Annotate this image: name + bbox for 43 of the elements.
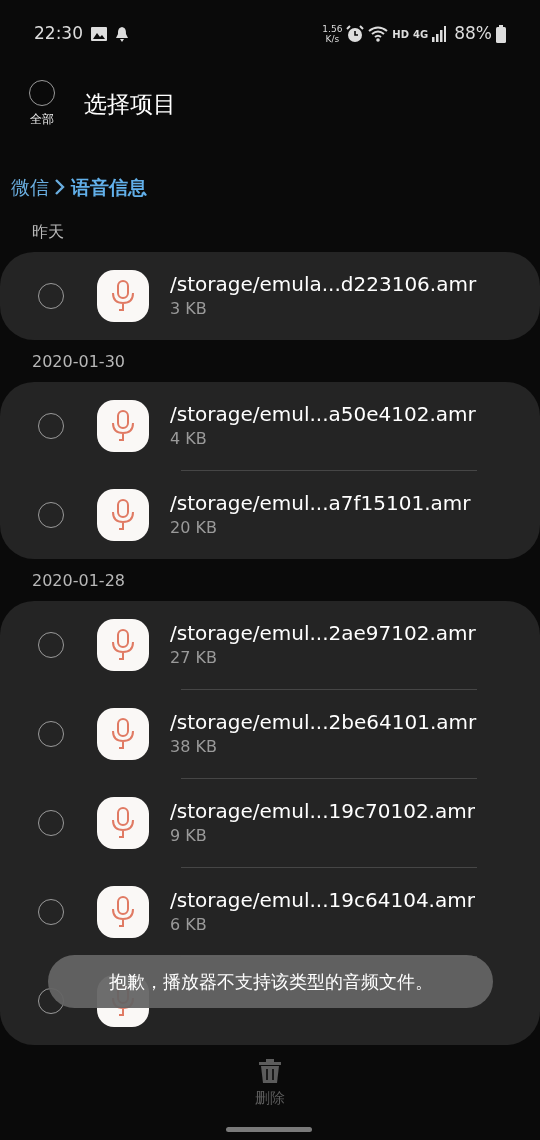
file-name: /storage/emul...a7f15101.amr bbox=[170, 490, 471, 516]
file-size: 20 KB bbox=[170, 517, 218, 539]
breadcrumb-item[interactable]: 语音信息 bbox=[71, 172, 147, 202]
file-type-icon bbox=[97, 270, 149, 322]
file-size: 4 KB bbox=[170, 428, 208, 450]
breadcrumb-item[interactable]: 微信 bbox=[11, 172, 49, 202]
date-header: 2020-01-30 bbox=[31, 351, 126, 373]
signal-icon bbox=[432, 26, 447, 42]
file-name: /storage/emul...2be64101.amr bbox=[170, 709, 477, 735]
status-time: 22:30 bbox=[34, 22, 83, 46]
select-all-label: 全部 bbox=[30, 111, 54, 128]
hd-label: HD bbox=[392, 27, 410, 42]
error-toast: 抱歉，播放器不支持该类型的音频文件。 bbox=[48, 955, 493, 1008]
net-speed-unit: K/s bbox=[324, 34, 341, 44]
file-size: 6 KB bbox=[170, 914, 208, 936]
image-icon bbox=[91, 27, 107, 41]
bell-icon bbox=[115, 26, 129, 42]
trash-icon bbox=[259, 1059, 281, 1083]
net-speed-value: 1.56 bbox=[322, 24, 343, 34]
file-type-icon bbox=[97, 886, 149, 938]
file-type-icon bbox=[97, 619, 149, 671]
file-type-icon bbox=[97, 797, 149, 849]
file-type-icon bbox=[97, 489, 149, 541]
file-name: /storage/emul...2ae97102.amr bbox=[170, 620, 476, 646]
date-header: 昨天 bbox=[31, 221, 65, 243]
file-size: 27 KB bbox=[170, 647, 218, 669]
file-size: 38 KB bbox=[170, 736, 218, 758]
file-name: /storage/emul...19c64104.amr bbox=[170, 887, 475, 913]
file-name: /storage/emul...a50e4102.amr bbox=[170, 401, 476, 427]
network-type: 4G bbox=[413, 27, 429, 42]
date-header: 2020-01-28 bbox=[31, 570, 126, 592]
file-type-icon bbox=[97, 708, 149, 760]
file-type-icon bbox=[97, 400, 149, 452]
battery-icon bbox=[496, 25, 506, 43]
wifi-icon bbox=[368, 26, 389, 42]
alarm-icon bbox=[346, 25, 365, 43]
file-size: 3 KB bbox=[170, 298, 208, 320]
file-name: /storage/emul...19c70102.amr bbox=[170, 798, 475, 824]
file-name: /storage/emula...d223106.amr bbox=[170, 271, 477, 297]
page-title: 选择项目 bbox=[84, 89, 176, 119]
file-size: 9 KB bbox=[170, 825, 208, 847]
chevron-icon bbox=[53, 177, 67, 197]
battery-percent: 88% bbox=[454, 22, 492, 46]
